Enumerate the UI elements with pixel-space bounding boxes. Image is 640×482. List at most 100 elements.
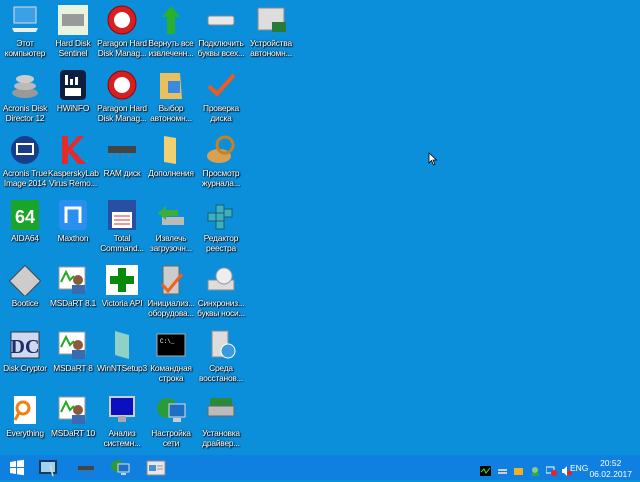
desktop-shortcut[interactable]: Вернуть все извлеченн... xyxy=(146,4,196,58)
desktop-shortcut[interactable]: Просмотр журнала... xyxy=(196,134,246,188)
desktop-shortcut[interactable]: C:\_ Командная строка xyxy=(146,329,196,383)
shortcut-label: Disk Cryptor xyxy=(3,363,47,373)
shortcut-label: Проверка диска xyxy=(203,103,239,123)
desktop-shortcut[interactable]: 64 AIDA64 xyxy=(0,199,50,243)
folder-icon xyxy=(154,134,188,166)
desktop-shortcut[interactable]: KasperskyLab Virus Remo... xyxy=(48,134,99,188)
desktop-shortcut[interactable]: Maxthon xyxy=(48,199,98,243)
network-disconnected-icon[interactable] xyxy=(545,463,557,476)
kaspersky-icon xyxy=(56,134,90,166)
paragon-icon xyxy=(105,4,139,36)
language-indicator[interactable]: ENG xyxy=(570,463,588,473)
network-icon xyxy=(154,394,188,426)
network-tray-icon[interactable] xyxy=(497,463,508,474)
paragon-icon xyxy=(105,69,139,101)
driver-install-icon xyxy=(204,394,238,426)
victoria-icon xyxy=(105,264,139,296)
hard-disk-sentinel-icon xyxy=(56,4,90,36)
desktop-shortcut[interactable]: MSDaRT 10 xyxy=(48,394,98,438)
drive-icon xyxy=(204,4,238,36)
desktop: Этот компьютер Acronis Disk Director 12 Ac… xyxy=(0,0,640,455)
desktop-shortcut[interactable]: Установка драйвер... xyxy=(196,394,246,448)
everything-icon xyxy=(8,394,42,426)
desktop-shortcut[interactable]: Анализ системн... xyxy=(97,394,147,448)
desktop-shortcut[interactable]: Victoria API xyxy=(97,264,147,308)
acronis-true-image-icon xyxy=(8,134,42,166)
shortcut-label: Командная строка xyxy=(150,363,192,383)
desktop-shortcut[interactable]: Подключить буквы всех... xyxy=(196,4,246,58)
start-button[interactable] xyxy=(7,458,27,477)
desktop-shortcut[interactable]: Bootice xyxy=(0,264,50,308)
eject-drive-icon xyxy=(154,199,188,231)
desktop-shortcut[interactable]: Выбор автономн... xyxy=(146,69,196,123)
hardware-init-icon xyxy=(154,264,188,296)
desktop-shortcut[interactable]: Everything xyxy=(0,394,50,438)
acronis-disk-icon xyxy=(8,69,42,101)
cd-drive-icon xyxy=(204,264,238,296)
shortcut-label: Среда восстанов... xyxy=(198,363,244,383)
shortcut-label: Вернуть все извлеченн... xyxy=(148,38,194,58)
desktop-shortcut[interactable]: Hard Disk Sentinel xyxy=(48,4,98,58)
desktop-shortcut[interactable]: Этот компьютер xyxy=(0,4,50,58)
disk-cryptor-icon: DC xyxy=(8,329,42,361)
shortcut-label: AIDA64 xyxy=(11,233,39,243)
svg-text:DC: DC xyxy=(11,336,40,358)
regedit-icon xyxy=(204,199,238,231)
desktop-shortcut[interactable]: WinNTSetup3 xyxy=(97,329,147,373)
desktop-shortcut[interactable]: Paragon Hard Disk Manag... xyxy=(97,4,147,58)
shortcut-label: Этот компьютер xyxy=(4,38,46,58)
taskbar: ENG 20:52 06.02.2017 xyxy=(0,455,640,480)
desktop-shortcut[interactable]: Acronis Disk Director 12 xyxy=(0,69,50,123)
shortcut-label: Total Command... xyxy=(100,233,144,253)
ram-pinned-icon[interactable] xyxy=(76,458,96,477)
shortcut-label: Hard Disk Sentinel xyxy=(55,38,91,58)
shortcut-label: Maxthon xyxy=(57,233,89,243)
desktop-shortcut[interactable]: Редактор реестра xyxy=(196,199,246,253)
cmd-icon: C:\_ xyxy=(154,329,188,361)
shortcut-label: KasperskyLab Virus Remo... xyxy=(48,168,99,188)
desktop-shortcut[interactable]: Устройства автономн... xyxy=(246,4,296,58)
desktop-shortcut[interactable]: Извлечь загрузочн... xyxy=(146,199,196,253)
green-arrow-icon xyxy=(154,4,188,36)
shortcut-label: Paragon Hard Disk Manag... xyxy=(97,38,147,58)
desktop-shortcut[interactable]: Total Command... xyxy=(97,199,147,253)
shortcut-label: Paragon Hard Disk Manag... xyxy=(97,103,147,123)
desktop-shortcut[interactable]: Проверка диска xyxy=(196,69,246,123)
desktop-shortcut[interactable]: HWiNFO xyxy=(48,69,98,113)
desktop-shortcut[interactable]: Дополнения xyxy=(146,134,196,178)
desktop-shortcut[interactable]: MSDaRT 8 xyxy=(48,329,98,373)
shortcut-label: Everything xyxy=(6,428,44,438)
shortcut-label: Настройка сети xyxy=(151,428,191,448)
hwinfo-icon xyxy=(56,69,90,101)
shortcut-label: Редактор реестра xyxy=(203,233,239,253)
desktop-shortcut[interactable]: Инициализ... оборудова... xyxy=(146,264,196,318)
monitor-tray-icon[interactable] xyxy=(480,463,491,476)
network-pinned-icon[interactable] xyxy=(110,458,130,477)
desktop-shortcut[interactable]: Среда восстанов... xyxy=(196,329,246,383)
ram-disk-icon xyxy=(105,134,139,166)
explorer-pinned-icon[interactable] xyxy=(38,458,58,477)
shortcut-label: Извлечь загрузочн... xyxy=(149,233,193,253)
shortcut-label: WinNTSetup3 xyxy=(97,363,147,373)
shortcut-label: MSDaRT 8.1 xyxy=(49,298,97,308)
log-viewer-icon xyxy=(204,134,238,166)
clock-date: 06.02.2017 xyxy=(589,469,632,479)
shortcut-label: Установка драйвер... xyxy=(202,428,240,448)
desktop-shortcut[interactable]: Настройка сети xyxy=(146,394,196,448)
shortcut-label: Подключить буквы всех... xyxy=(197,38,245,58)
shortcut-label: Выбор автономн... xyxy=(150,103,192,123)
desktop-shortcut[interactable]: Синхрониз... буквы носи... xyxy=(196,264,246,318)
user-tray-icon[interactable] xyxy=(530,463,541,476)
desktop-shortcut[interactable]: RAM диск xyxy=(97,134,147,178)
folder-tray-icon[interactable] xyxy=(513,463,524,475)
shortcut-label: MSDaRT 10 xyxy=(51,428,95,438)
desktop-shortcut[interactable]: DC Disk Cryptor xyxy=(0,329,50,373)
desktop-shortcut[interactable]: Paragon Hard Disk Manag... xyxy=(97,69,147,123)
desktop-shortcut[interactable]: MSDaRT 8.1 xyxy=(48,264,98,308)
desktop-shortcut[interactable]: Acronis True Image 2014 xyxy=(0,134,50,188)
shortcut-label: Acronis Disk Director 12 xyxy=(2,103,48,123)
clock[interactable]: 20:52 06.02.2017 xyxy=(589,458,632,480)
window-pinned-icon[interactable] xyxy=(146,458,166,477)
shortcut-label: Дополнения xyxy=(148,168,194,178)
shortcut-label: Просмотр журнала... xyxy=(201,168,241,188)
